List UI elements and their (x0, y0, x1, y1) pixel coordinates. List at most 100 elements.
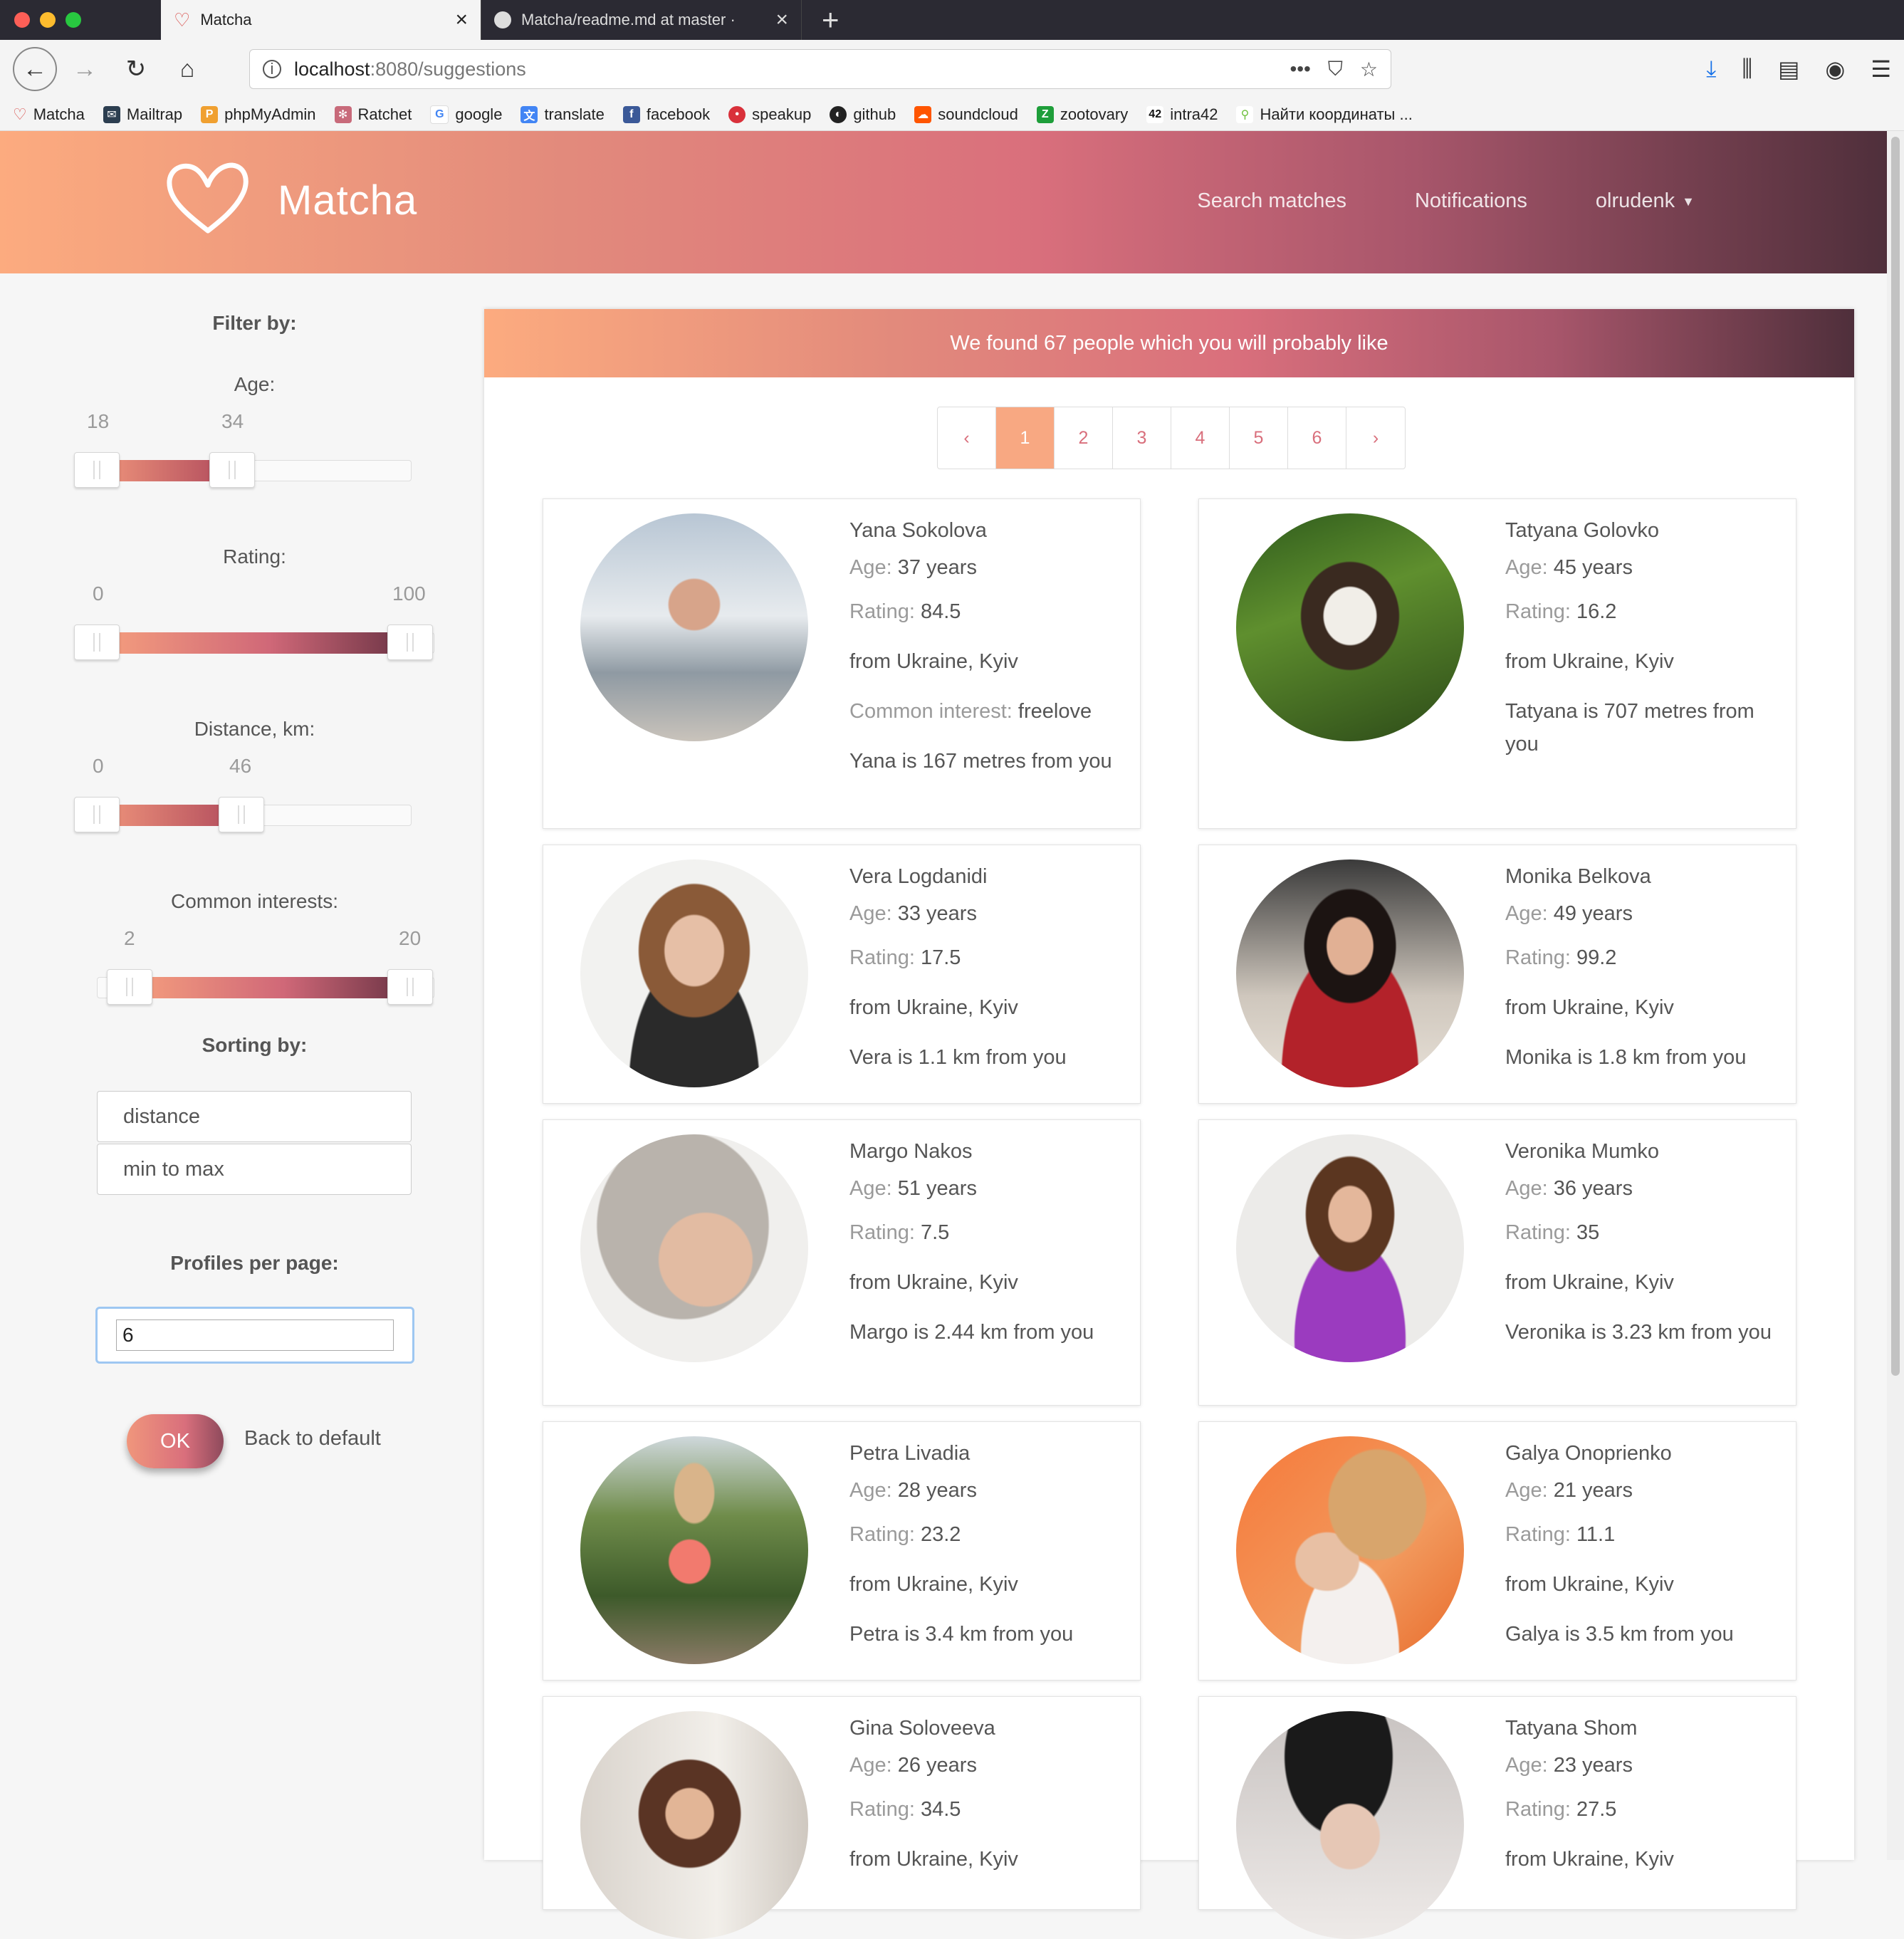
forward-button[interactable]: → (67, 51, 103, 87)
profile-name[interactable]: Vera Logdanidi (849, 865, 1127, 889)
profile-photo[interactable] (1236, 859, 1464, 1087)
rating-min-handle[interactable] (74, 624, 120, 660)
profile-card[interactable]: Margo Nakos Age: 51 years Rating: 7.5 fr… (543, 1119, 1141, 1406)
reload-button[interactable]: ↻ (118, 51, 154, 87)
bookmark-coordinates[interactable]: ⚲ Найти координаты ... (1236, 105, 1413, 124)
page-scrollbar[interactable] (1887, 131, 1904, 1860)
ok-button[interactable]: OK (127, 1414, 224, 1468)
profile-name[interactable]: Yana Sokolova (849, 519, 1127, 543)
profile-distance: Petra is 3.4 km from you (849, 1623, 1074, 1646)
profile-name[interactable]: Margo Nakos (849, 1140, 1127, 1164)
page-2[interactable]: 2 (1055, 407, 1113, 469)
profile-card[interactable]: Tatyana Golovko Age: 45 years Rating: 16… (1198, 498, 1796, 829)
bookmark-matcha[interactable]: ♡ Matcha (13, 105, 85, 124)
close-window-button[interactable] (14, 12, 30, 28)
age-label: Age: (1505, 902, 1548, 925)
sort-field-select[interactable]: distance (97, 1091, 412, 1142)
bookmark-soundcloud[interactable]: ☁ soundcloud (914, 105, 1018, 124)
profile-photo[interactable] (1236, 513, 1464, 741)
profile-card[interactable]: Gina Soloveeva Age: 26 years Rating: 34.… (543, 1696, 1141, 1939)
bookmark-facebook[interactable]: f facebook (622, 105, 710, 124)
tab-github[interactable]: Matcha/readme.md at master · × (481, 0, 802, 40)
profile-card[interactable]: Monika Belkova Age: 49 years Rating: 99.… (1198, 845, 1796, 1104)
age-min-handle[interactable] (74, 452, 120, 488)
home-button[interactable]: ⌂ (169, 51, 205, 87)
profile-name[interactable]: Petra Livadia (849, 1442, 1127, 1465)
pocket-icon[interactable]: ⛉ (1328, 58, 1343, 81)
brand-link[interactable]: Matcha (164, 160, 417, 241)
nav-notifications[interactable]: Notifications (1415, 189, 1527, 213)
zoom-window-button[interactable] (66, 12, 81, 28)
back-to-default-link[interactable]: Back to default (244, 1427, 381, 1451)
distance-min-handle[interactable] (74, 797, 120, 832)
url-bar[interactable]: i localhost:8080/suggestions ••• ⛉ ☆ (249, 49, 1391, 89)
profile-name[interactable]: Monika Belkova (1505, 865, 1783, 889)
profile-photo[interactable] (580, 859, 808, 1087)
filter-title: Filter by: (212, 312, 297, 334)
new-tab-button[interactable]: + (802, 0, 859, 40)
bookmark-ratchet[interactable]: ✻ Ratchet (334, 105, 412, 124)
minimize-window-button[interactable] (40, 12, 56, 28)
profile-photo[interactable] (580, 513, 808, 741)
interests-max-handle[interactable] (387, 969, 433, 1005)
profile-name[interactable]: Galya Onoprienko (1505, 1442, 1783, 1465)
page-3[interactable]: 3 (1113, 407, 1171, 469)
account-icon[interactable]: ◉ (1825, 56, 1845, 83)
browser-toolbar: ← → ↻ ⌂ i localhost:8080/suggestions •••… (0, 40, 1904, 98)
per-page-field[interactable]: 6 (95, 1307, 414, 1364)
library-icon[interactable]: ⫼ (1742, 56, 1752, 83)
interests-min-handle[interactable] (107, 969, 152, 1005)
page-6[interactable]: 6 (1288, 407, 1346, 469)
profile-name[interactable]: Tatyana Golovko (1505, 519, 1783, 543)
profile-card[interactable]: Veronika Mumko Age: 36 years Rating: 35 … (1198, 1119, 1796, 1406)
info-icon[interactable]: i (263, 60, 281, 78)
bookmark-mailtrap[interactable]: ✉ Mailtrap (103, 105, 182, 124)
profile-name[interactable]: Gina Soloveeva (849, 1717, 1127, 1740)
nav-search-matches[interactable]: Search matches (1197, 189, 1346, 213)
bookmark-github[interactable]: ◐ github (830, 105, 896, 124)
bookmark-translate[interactable]: 文 translate (521, 105, 605, 124)
profile-photo[interactable] (1236, 1436, 1464, 1664)
profile-card[interactable]: Tatyana Shom Age: 23 years Rating: 27.5 … (1198, 1696, 1796, 1939)
bookmark-zootovary[interactable]: Zzootovary (1036, 105, 1128, 124)
profile-card[interactable]: Vera Logdanidi Age: 33 years Rating: 17.… (543, 845, 1141, 1104)
age-max-handle[interactable] (209, 452, 255, 488)
rating-max-handle[interactable] (387, 624, 433, 660)
profile-distance: Margo is 2.44 km from you (849, 1321, 1094, 1344)
distance-max-handle[interactable] (219, 797, 264, 832)
page-1[interactable]: 1 (996, 407, 1055, 469)
page-5[interactable]: 5 (1230, 407, 1288, 469)
scrollbar-thumb[interactable] (1891, 137, 1900, 1376)
nav-user-menu[interactable]: olrudenk ▼ (1596, 189, 1695, 213)
profile-name[interactable]: Tatyana Shom (1505, 1717, 1783, 1740)
profile-photo[interactable] (1236, 1711, 1464, 1939)
profile-photo[interactable] (580, 1711, 808, 1939)
menu-icon[interactable]: ☰ (1871, 56, 1891, 83)
bookmark-star-icon[interactable]: ☆ (1360, 58, 1378, 81)
bookmark-speakup[interactable]: • speakup (728, 105, 811, 124)
bookmark-phpmyadmin[interactable]: PphpMyAdmin (201, 105, 316, 124)
profile-name[interactable]: Veronika Mumko (1505, 1140, 1783, 1164)
profile-photo[interactable] (580, 1436, 808, 1664)
profile-card[interactable]: Petra Livadia Age: 28 years Rating: 23.2… (543, 1421, 1141, 1681)
profile-card[interactable]: Galya Onoprienko Age: 21 years Rating: 1… (1198, 1421, 1796, 1681)
page-prev[interactable]: ‹ (938, 407, 996, 469)
back-button[interactable]: ← (13, 47, 57, 91)
bookmark-intra42[interactable]: 42 intra42 (1146, 105, 1218, 124)
close-tab-icon[interactable]: × (775, 8, 788, 32)
page-next[interactable]: › (1346, 407, 1405, 469)
sort-order-select[interactable]: min to max (97, 1144, 412, 1195)
downloads-icon[interactable]: ⤓ (1706, 56, 1716, 83)
profile-card[interactable]: Yana Sokolova Age: 37 years Rating: 84.5… (543, 498, 1141, 829)
close-tab-icon[interactable]: × (455, 8, 468, 32)
url-text[interactable]: localhost:8080/suggestions (294, 58, 1277, 80)
bookmark-label: google (455, 105, 503, 123)
tab-matcha[interactable]: ♡ Matcha × (161, 0, 481, 40)
profile-photo[interactable] (580, 1134, 808, 1362)
more-actions-icon[interactable]: ••• (1290, 58, 1310, 81)
sidebar-icon[interactable]: ▤ (1778, 56, 1799, 83)
per-page-input[interactable]: 6 (116, 1319, 394, 1351)
profile-photo[interactable] (1236, 1134, 1464, 1362)
page-4[interactable]: 4 (1171, 407, 1230, 469)
bookmark-google[interactable]: Ggoogle (430, 105, 502, 124)
